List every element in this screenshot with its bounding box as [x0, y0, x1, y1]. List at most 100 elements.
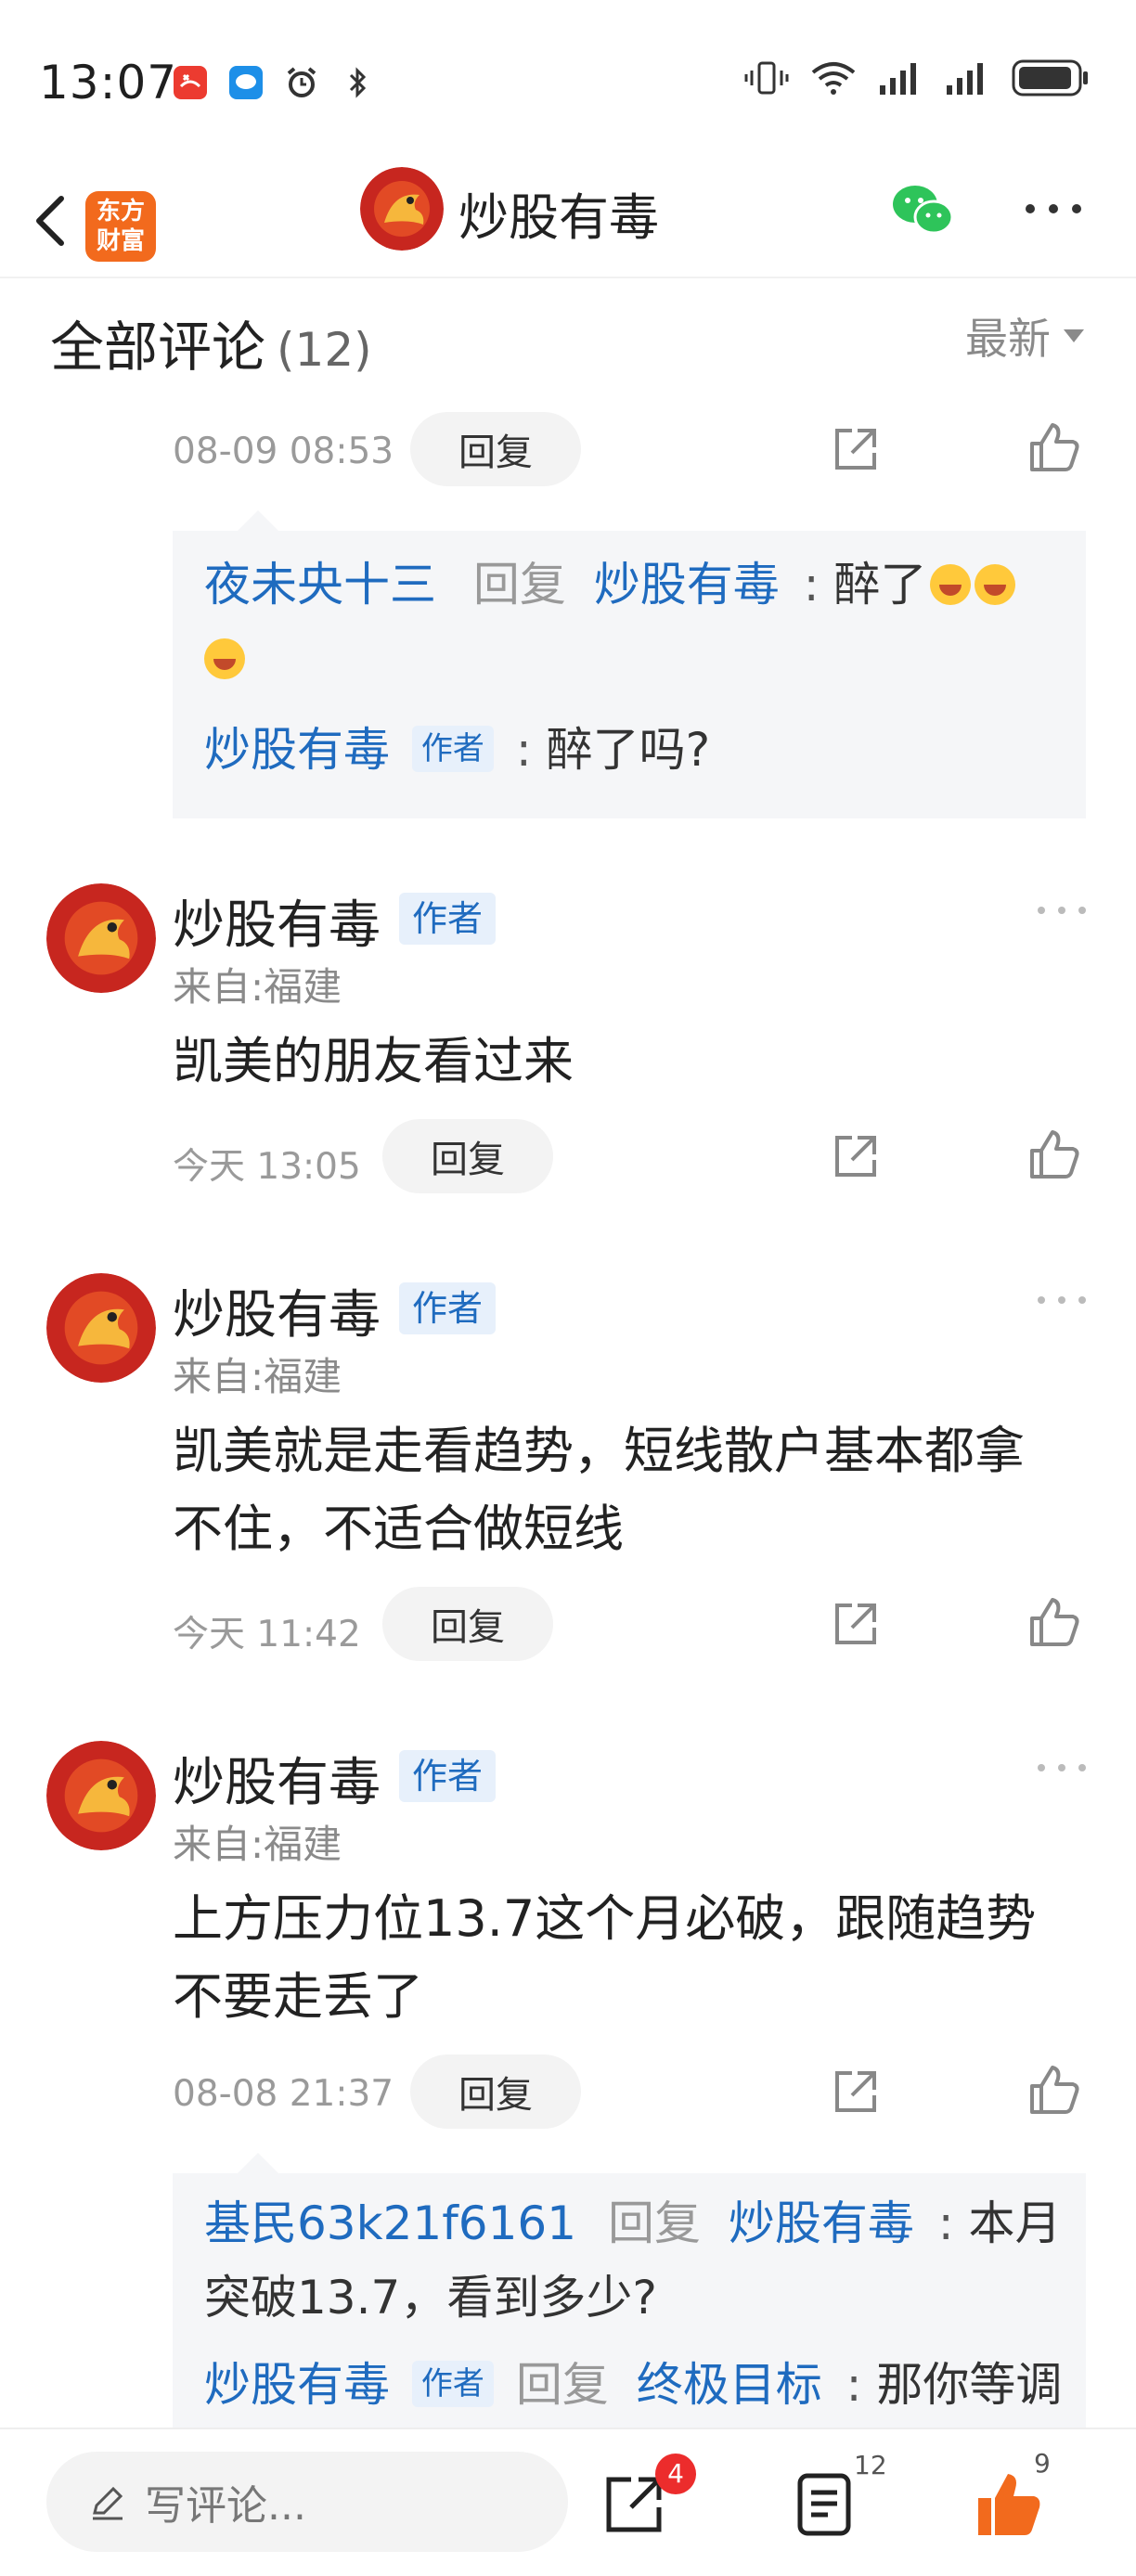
sort-label: 最新	[965, 314, 1051, 364]
share-icon[interactable]	[830, 1130, 882, 1182]
reply-button[interactable]: 回复	[410, 2054, 581, 2129]
reply-word: 回复	[515, 2358, 609, 2412]
more-options-button[interactable]	[1021, 186, 1086, 232]
comment-username[interactable]: 炒股有毒	[173, 883, 381, 959]
reply-text: 本月	[968, 2196, 1062, 2250]
like-icon[interactable]	[1025, 419, 1080, 475]
bluetooth-icon	[336, 61, 379, 104]
reply-target-user[interactable]: 炒股有毒	[729, 2196, 914, 2250]
app-logo-line2: 财富	[96, 227, 145, 255]
comment-actions: 08-09 08:53 回复	[0, 412, 1136, 486]
comment-username[interactable]: 炒股有毒	[173, 1273, 381, 1348]
comment-text-line: 不要走丢了	[173, 1967, 423, 2026]
comment-time: 08-08 21:37	[173, 2073, 394, 2115]
thread-reply-line: 炒股有毒 作者 : 醉了吗?	[204, 713, 710, 787]
reply-word: 回复	[472, 558, 566, 612]
more-dots-icon[interactable]	[1036, 904, 1088, 917]
signal-icon-2	[947, 63, 983, 95]
write-comment-input[interactable]: 写评论...	[46, 2452, 568, 2552]
more-dots-icon[interactable]	[1036, 1761, 1088, 1774]
back-button[interactable]	[20, 178, 85, 258]
comment-actions: 今天 11:42 回复	[0, 1587, 1136, 1661]
share-count-badge: 4	[655, 2454, 696, 2494]
reply-target-user[interactable]: 炒股有毒	[594, 558, 780, 612]
bottom-action-bar: 写评论... 4 12 9	[0, 2428, 1136, 2576]
reply-thread: 夜未央十三 回复 炒股有毒 : 醉了 炒股有毒 作者 : 醉了吗?	[173, 510, 1086, 818]
app-logo-line1: 东方	[96, 198, 145, 225]
vibrate-icon	[744, 61, 789, 95]
reply-thread: 基民63k21f6161 回复 炒股有毒 : 本月 突破13.7，看到多少? 炒…	[173, 2153, 1086, 2428]
dragon-avatar-icon	[360, 167, 444, 251]
triangle-down-icon	[1064, 329, 1084, 342]
app-logo[interactable]: 东方 财富	[85, 191, 156, 262]
share-icon[interactable]	[830, 423, 882, 475]
reply-text: 突破13.7，看到多少?	[204, 2271, 657, 2325]
laughing-tears-emoji-icon	[975, 563, 1016, 605]
reply-text: 醉了吗?	[546, 723, 711, 777]
thread-reply-line: 炒股有毒 作者 回复 终极目标 : 那你等调	[204, 2348, 1062, 2422]
comment-location: 来自:福建	[173, 1822, 342, 1867]
more-dots-icon[interactable]	[1036, 1294, 1088, 1307]
comment-list-icon[interactable]	[789, 2467, 863, 2541]
reply-button[interactable]: 回复	[382, 1119, 553, 1193]
dragon-avatar-icon	[46, 883, 156, 993]
thread-reply-line-wrap	[204, 622, 245, 696]
comment-username[interactable]: 炒股有毒	[173, 1741, 381, 1816]
battery-icon	[1012, 59, 1088, 97]
reply-separator: :	[515, 723, 532, 777]
comment-text: 上方压力位13.7这个月必破，跟随趋势 不要走丢了	[173, 1880, 1082, 2036]
thread-reply-line: 夜未央十三 回复 炒股有毒 : 醉了	[204, 547, 1016, 622]
like-icon[interactable]	[1025, 1127, 1080, 1182]
signal-icon-1	[880, 63, 916, 95]
reply-button[interactable]: 回复	[410, 412, 581, 486]
reply-user[interactable]: 炒股有毒	[204, 2358, 390, 2412]
like-icon[interactable]	[1025, 1594, 1080, 1650]
comment-text-line: 凯美的朋友看过来	[173, 1032, 574, 1090]
reply-text: 那你等调	[876, 2358, 1063, 2412]
comment-actions: 今天 13:05 回复	[0, 1119, 1136, 1193]
comment-actions: 08-08 21:37 回复	[0, 2054, 1136, 2129]
avatar[interactable]	[360, 167, 444, 251]
write-comment-placeholder: 写评论...	[145, 2482, 306, 2530]
wechat-icon	[893, 186, 954, 235]
comment-count: 12	[854, 2450, 887, 2480]
reply-user[interactable]: 基民63k21f6161	[204, 2196, 576, 2250]
avatar[interactable]	[46, 1741, 156, 1850]
reply-separator: :	[803, 558, 820, 612]
comments-title: 全部评论 (12)	[50, 303, 372, 381]
reply-user[interactable]: 夜未央十三	[204, 558, 436, 612]
wechat-share-button[interactable]	[887, 174, 958, 245]
comment-text-line: 上方压力位13.7这个月必破，跟随趋势	[173, 1889, 1037, 1948]
reply-user[interactable]: 炒股有毒	[204, 723, 390, 777]
notification-icons	[169, 61, 379, 104]
pencil-icon	[93, 2486, 123, 2520]
missed-call-icon	[169, 61, 212, 104]
comment-time: 今天 13:05	[173, 1146, 361, 1188]
comment-text: 凯美就是走看趋势，短线散户基本都拿 不住，不适合做短线	[173, 1412, 1082, 1568]
avatar[interactable]	[46, 883, 156, 993]
reply-target-user[interactable]: 终极目标	[637, 2358, 822, 2412]
comments-section-header: 全部评论 (12) 最新	[0, 283, 1136, 394]
system-icons	[744, 58, 1090, 98]
message-app-icon	[225, 61, 267, 104]
laughing-tears-emoji-icon	[204, 638, 245, 679]
dragon-avatar-icon	[46, 1741, 156, 1850]
avatar[interactable]	[46, 1273, 156, 1383]
reply-text: 醉了	[833, 558, 927, 612]
like-icon[interactable]	[1025, 2062, 1080, 2118]
thread-reply-line: 基民63k21f6161 回复 炒股有毒 : 本月	[204, 2186, 1062, 2260]
reply-button[interactable]: 回复	[382, 1587, 553, 1661]
reply-word: 回复	[607, 2196, 701, 2250]
sort-dropdown[interactable]: 最新	[965, 305, 1084, 367]
chevron-left-icon	[36, 196, 64, 246]
wifi-icon	[811, 62, 856, 95]
comment-location: 来自:福建	[173, 964, 342, 1010]
comment-location: 来自:福建	[173, 1354, 342, 1399]
comment-time: 08-09 08:53	[173, 431, 394, 472]
comments-count: (12)	[277, 323, 372, 377]
share-icon[interactable]	[830, 1598, 882, 1650]
author-badge: 作者	[399, 893, 497, 945]
share-icon[interactable]	[830, 2066, 882, 2118]
reply-separator: :	[937, 2196, 954, 2250]
author-badge: 作者	[411, 725, 494, 772]
